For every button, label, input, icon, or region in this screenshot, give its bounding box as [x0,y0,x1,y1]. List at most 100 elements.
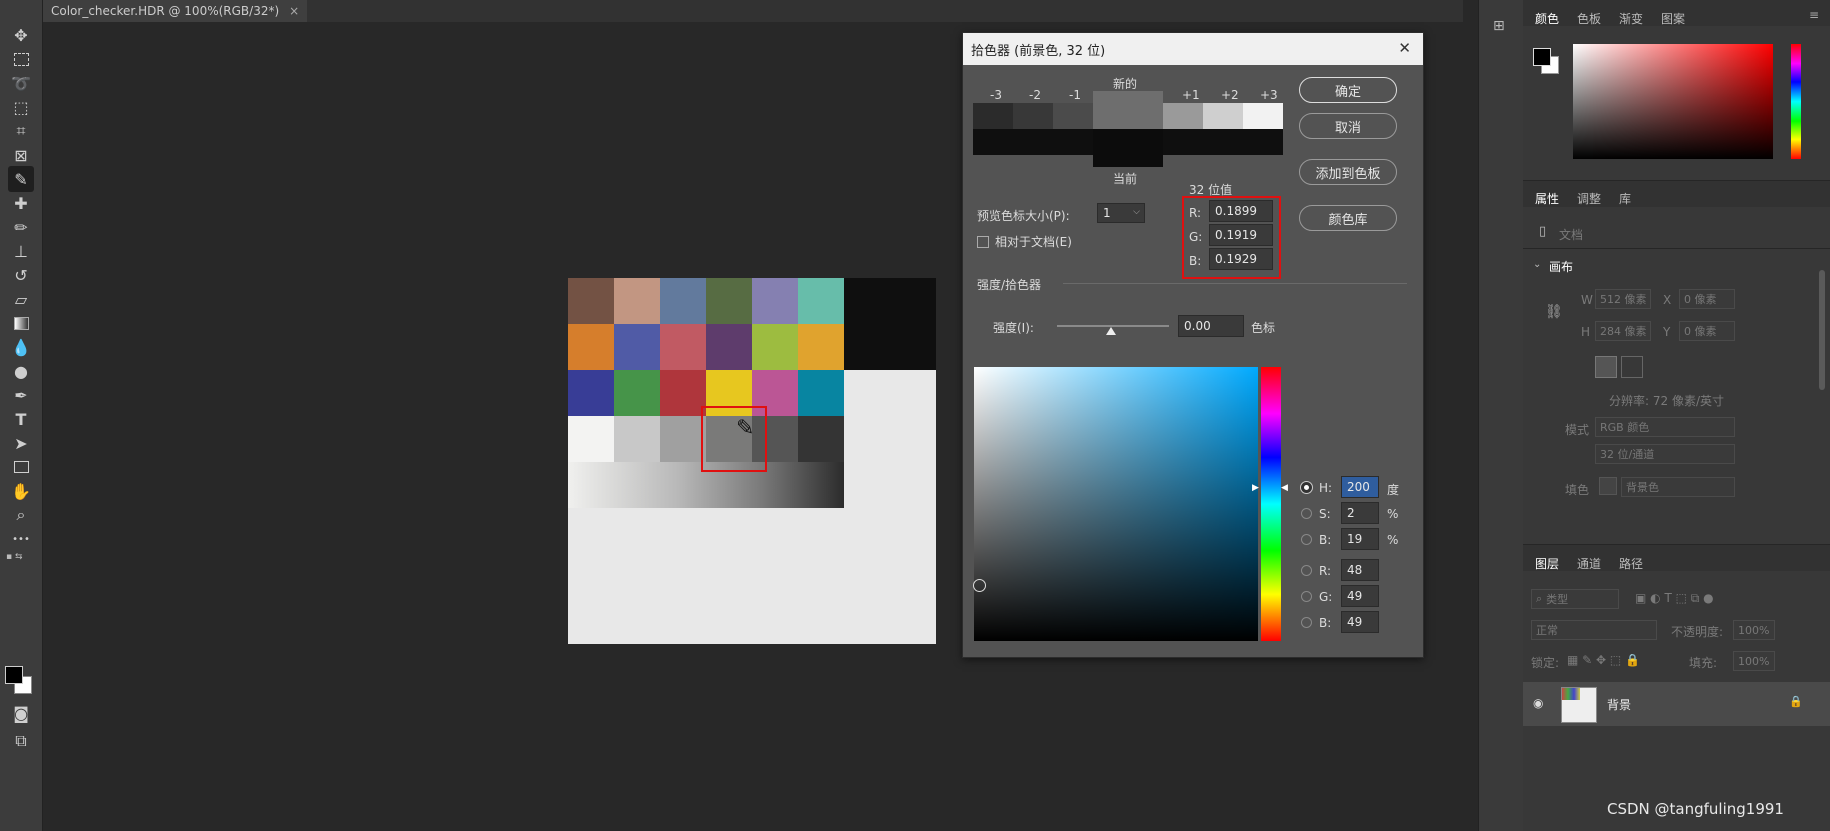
zoom-icon[interactable]: ⌕ [8,502,34,528]
document-canvas[interactable]: ✎ [568,278,936,644]
color-libraries-button[interactable]: 颜色库 [1299,205,1397,231]
eraser-icon[interactable]: ▱ [8,286,34,312]
b-input[interactable]: 19 [1341,528,1379,550]
marquee-icon[interactable] [8,46,34,72]
eye-icon[interactable]: ◉ [1533,696,1543,710]
stamp-icon[interactable]: ⊥ [8,238,34,264]
hue-slider-left-arrow[interactable]: ▶ [1252,483,1259,493]
hand-icon[interactable]: ✋ [8,478,34,504]
tab-channels[interactable]: 通道 [1577,555,1601,572]
w-input[interactable]: 512 像素 [1595,289,1651,309]
tab-gradients[interactable]: 渐变 [1619,10,1643,27]
collapse-icon[interactable]: ⌄ [1533,259,1541,270]
preview-size-select[interactable]: 1 ⌵ [1097,203,1145,223]
frame-icon[interactable]: ⊠ [8,142,34,168]
intensity-input[interactable]: 0.00 [1178,315,1244,337]
tab-adjustments[interactable]: 调整 [1577,190,1601,207]
type-icon[interactable]: T [8,406,34,432]
saturation-brightness-field[interactable] [974,367,1258,641]
fill2-input[interactable]: 100% [1733,651,1775,671]
lock-label: 锁定: [1531,656,1560,670]
foreground-color-swatch[interactable] [5,666,23,684]
swap-colors-icon[interactable]: ▪ ⇆ [6,552,36,566]
object-select-icon[interactable]: ⬚ [8,94,34,120]
path-select-icon[interactable]: ➤ [8,430,34,456]
rgb-b-radio[interactable] [1301,617,1312,628]
crop-icon[interactable]: ⌗ [8,118,34,144]
stop-swatch[interactable] [1163,103,1203,129]
history-panel-icon[interactable]: ⊞ [1493,18,1505,34]
landscape-orientation-icon[interactable] [1621,356,1643,378]
stop-swatch[interactable] [1243,103,1283,129]
s-input[interactable]: 2 [1341,502,1379,524]
dodge-icon[interactable]: ● [8,358,34,384]
stop-swatch[interactable] [1053,103,1093,129]
tab-properties[interactable]: 属性 [1535,190,1559,207]
r-input[interactable]: 48 [1341,559,1379,581]
g-input[interactable]: 49 [1341,585,1379,607]
fg-swatch[interactable] [1533,48,1551,66]
g-radio[interactable] [1301,591,1312,602]
tab-paths[interactable]: 路径 [1619,555,1643,572]
fill-swatch[interactable] [1599,477,1617,495]
blur-icon[interactable]: 💧 [8,334,34,360]
move-icon[interactable]: ✥ [8,22,34,48]
add-to-swatches-button[interactable]: 添加到色板 [1299,159,1397,185]
x-input[interactable]: 0 像素 [1679,289,1735,309]
lock-icons[interactable]: ▦ ✎ ✥ ⬚ 🔒 [1567,653,1640,667]
hue-slider[interactable] [1261,367,1281,641]
intensity-slider-handle[interactable] [1106,327,1116,335]
tab-libraries[interactable]: 库 [1619,190,1631,207]
hue-slider-right-arrow[interactable]: ◀ [1281,483,1288,493]
stop-swatch[interactable] [1013,103,1053,129]
document-tab[interactable]: Color_checker.HDR @ 100%(RGB/32*) × [43,0,308,22]
layer-row[interactable]: ◉ 背景 🔒 [1523,682,1830,726]
depth-select[interactable]: 32 位/通道 [1595,444,1735,464]
properties-scrollbar[interactable] [1819,270,1825,390]
b-radio[interactable] [1301,534,1312,545]
quick-mask-icon[interactable]: ◙ [8,700,34,726]
rgb-b-input[interactable]: 49 [1341,611,1379,633]
h-input[interactable]: 200 [1341,476,1379,498]
h-dim-input[interactable]: 284 像素 [1595,321,1651,341]
y-input[interactable]: 0 像素 [1679,321,1735,341]
more-icon[interactable]: ••• [8,526,34,552]
stop-swatch[interactable] [973,103,1013,129]
stop-swatch[interactable] [1203,103,1243,129]
ok-button[interactable]: 确定 [1299,77,1397,103]
brush-icon[interactable]: ✏ [8,214,34,240]
healing-icon[interactable]: ✚ [8,190,34,216]
layer-filter-icons[interactable]: ▣ ◐ T ⬚ ⧉ ● [1635,591,1714,606]
relative-to-document-checkbox[interactable] [977,236,989,248]
tab-patterns[interactable]: 图案 [1661,10,1685,27]
panel-menu-icon[interactable]: ≡ [1809,8,1819,22]
tab-layers[interactable]: 图层 [1535,555,1559,572]
portrait-orientation-icon[interactable] [1595,356,1617,378]
close-tab-icon[interactable]: × [289,4,299,18]
blend-mode-select[interactable]: 正常 [1531,620,1657,640]
eyedropper-icon[interactable]: ✎ [8,166,34,192]
link-icon[interactable]: ⛓ [1545,304,1563,320]
gradient-icon[interactable] [8,310,34,336]
r-radio[interactable] [1301,565,1312,576]
color-field-marker[interactable] [973,579,986,592]
s-radio[interactable] [1301,508,1312,519]
mode-select[interactable]: RGB 颜色 [1595,417,1735,437]
layer-kind-filter[interactable]: ⌕ 类型 [1531,589,1619,609]
fill-select[interactable]: 背景色 [1621,477,1735,497]
cancel-button[interactable]: 取消 [1299,113,1397,139]
pen-icon[interactable]: ✒ [8,382,34,408]
color-field[interactable] [1573,44,1773,159]
lasso-icon[interactable]: ➰ [8,70,34,96]
tab-swatches[interactable]: 色板 [1577,10,1601,27]
black-patch [844,278,936,370]
opacity-input[interactable]: 100% [1733,620,1775,640]
rectangle-icon[interactable] [8,454,34,480]
h-radio[interactable] [1301,482,1312,493]
tab-color[interactable]: 颜色 [1535,10,1559,27]
history-brush-icon[interactable]: ↺ [8,262,34,288]
current-color-swatch[interactable] [1093,129,1163,167]
screen-mode-icon[interactable]: ⧉ [8,728,34,754]
color-hue-strip[interactable] [1791,44,1801,159]
close-icon[interactable]: ✕ [1398,39,1411,57]
